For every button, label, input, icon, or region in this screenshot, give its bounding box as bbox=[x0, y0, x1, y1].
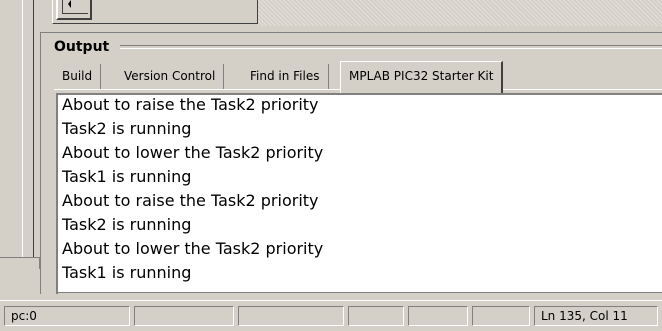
title-divider bbox=[120, 45, 662, 49]
output-line: About to raise the Task2 priority bbox=[62, 191, 319, 210]
output-line: About to lower the Task2 priority bbox=[62, 143, 324, 162]
output-line: Task2 is running bbox=[62, 119, 192, 138]
status-cell bbox=[472, 306, 530, 326]
scroll-left-arrow-icon bbox=[68, 0, 78, 12]
output-text-area[interactable]: About to raise the Task2 priority Task2 … bbox=[56, 93, 662, 294]
output-line: Task2 is running bbox=[62, 215, 192, 234]
tab-version-control[interactable]: Version Control bbox=[116, 64, 225, 90]
status-pc: pc:0 bbox=[4, 306, 130, 326]
tab-mplab-pic32-starter-kit[interactable]: MPLAB PIC32 Starter Kit bbox=[340, 61, 504, 93]
output-line: About to lower the Task2 priority bbox=[62, 239, 324, 258]
output-line: Task1 is running bbox=[62, 167, 192, 186]
left-frame-edge bbox=[22, 0, 34, 258]
output-line: Task1 is running bbox=[62, 263, 192, 282]
status-cell bbox=[348, 306, 404, 326]
tab-build[interactable]: Build bbox=[54, 64, 102, 90]
left-frame-ledge bbox=[0, 257, 40, 269]
panel-title: Output bbox=[54, 39, 110, 55]
status-cell bbox=[408, 306, 468, 326]
output-scroll-edge bbox=[58, 292, 662, 296]
status-cell bbox=[238, 306, 344, 326]
tab-find-in-files[interactable]: Find in Files bbox=[242, 64, 329, 90]
output-line: About to raise the Task2 priority bbox=[62, 95, 319, 114]
splitter-hatch[interactable] bbox=[258, 0, 662, 26]
status-line-col: Ln 135, Col 11 bbox=[534, 306, 658, 326]
status-cell bbox=[134, 306, 234, 326]
